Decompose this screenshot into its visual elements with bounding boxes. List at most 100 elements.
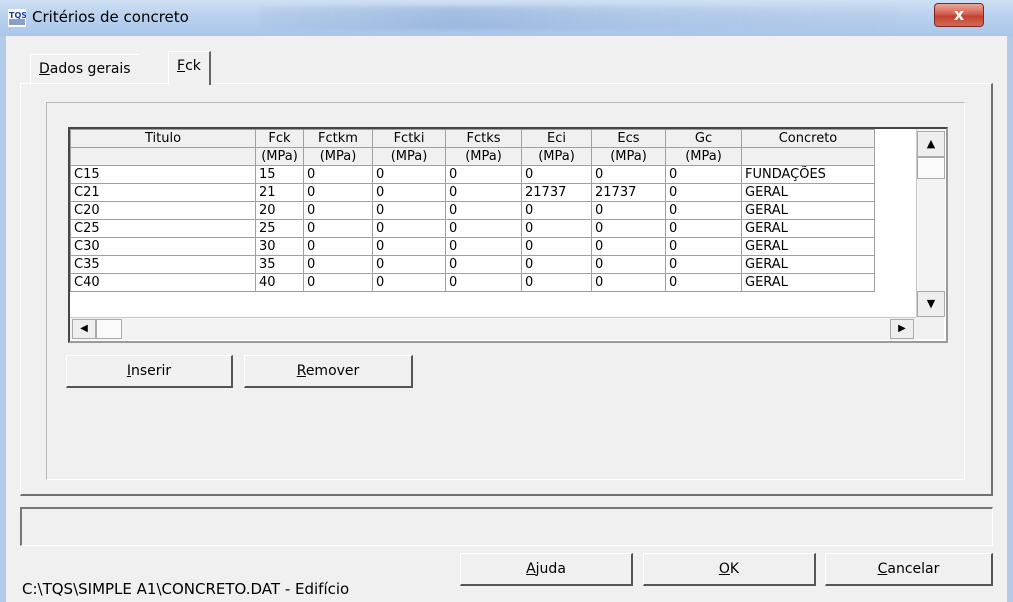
column-header[interactable]: Titulo	[70, 129, 256, 148]
horizontal-scrollbar[interactable]: ◀ ▶	[70, 317, 916, 340]
table-cell[interactable]: C35	[70, 255, 256, 274]
table-cell[interactable]: 40	[255, 273, 304, 292]
table-cell[interactable]: 0	[665, 255, 742, 274]
table-cell[interactable]: 21	[255, 183, 304, 202]
table-cell[interactable]: 0	[665, 273, 742, 292]
table-cell[interactable]: 25	[255, 219, 304, 238]
table-row[interactable]: C21 21 0 0 0 21737 21737 0 GERAL	[70, 183, 875, 202]
table-cell[interactable]: GERAL	[741, 255, 875, 274]
table-cell[interactable]: C40	[70, 273, 256, 292]
table-cell[interactable]: FUNDAÇÕES	[741, 165, 875, 184]
table-cell[interactable]: 15	[255, 165, 304, 184]
concrete-grid[interactable]: Titulo Fck Fctkm Fctki Fctks Eci Ecs Gc …	[68, 127, 948, 343]
column-header[interactable]: Fctks	[445, 129, 522, 148]
column-header[interactable]: Eci	[521, 129, 592, 148]
table-cell[interactable]: GERAL	[741, 237, 875, 256]
table-cell[interactable]: 0	[372, 273, 446, 292]
table-cell[interactable]: 0	[372, 237, 446, 256]
table-cell[interactable]: C20	[70, 201, 256, 220]
table-cell[interactable]: 21737	[591, 183, 666, 202]
table-cell[interactable]: 0	[665, 201, 742, 220]
table-cell[interactable]: 0	[372, 165, 446, 184]
horizontal-scroll-thumb[interactable]	[96, 319, 122, 339]
table-cell[interactable]: 0	[665, 165, 742, 184]
button-label: ancelar	[887, 561, 940, 577]
table-cell[interactable]: 0	[521, 237, 592, 256]
column-header[interactable]: Fctkm	[303, 129, 373, 148]
table-cell[interactable]: 0	[445, 255, 522, 274]
table-cell[interactable]: 0	[303, 165, 373, 184]
title-bar[interactable]: TQS Critérios de concreto x	[0, 0, 1013, 36]
table-cell[interactable]: 21737	[521, 183, 592, 202]
ajuda-button[interactable]: Ajuda	[460, 553, 633, 586]
table-cell[interactable]: C21	[70, 183, 256, 202]
column-header[interactable]: Concreto	[741, 129, 875, 148]
table-cell[interactable]: 0	[521, 273, 592, 292]
table-cell[interactable]: 0	[591, 255, 666, 274]
vertical-scrollbar[interactable]: ▲ ▼	[916, 129, 945, 317]
table-cell[interactable]: 0	[445, 201, 522, 220]
table-cell[interactable]: 0	[521, 165, 592, 184]
table-cell[interactable]: 0	[303, 219, 373, 238]
column-header[interactable]: Gc	[665, 129, 742, 148]
tab-fck[interactable]: Fck	[168, 51, 211, 85]
table-row[interactable]: C40 40 0 0 0 0 0 0 GERAL	[70, 273, 875, 292]
window-frame-right	[1007, 36, 1013, 602]
table-cell[interactable]: 0	[445, 237, 522, 256]
table-cell[interactable]: GERAL	[741, 201, 875, 220]
scroll-right-arrow-icon[interactable]: ▶	[890, 319, 914, 339]
table-cell[interactable]: C30	[70, 237, 256, 256]
table-cell[interactable]: 0	[445, 165, 522, 184]
table-cell[interactable]: 0	[591, 201, 666, 220]
cancelar-button[interactable]: Cancelar	[825, 553, 993, 586]
table-cell[interactable]: 0	[372, 219, 446, 238]
table-cell[interactable]: GERAL	[741, 219, 875, 238]
vertical-scroll-thumb[interactable]	[917, 157, 945, 179]
table-cell[interactable]: 0	[665, 183, 742, 202]
table-cell[interactable]: 0	[372, 255, 446, 274]
table-cell[interactable]: C15	[70, 165, 256, 184]
column-header[interactable]: Fctki	[372, 129, 446, 148]
table-cell[interactable]: 0	[591, 219, 666, 238]
table-row[interactable]: C15 15 0 0 0 0 0 0 FUNDAÇÕES	[70, 165, 875, 184]
remover-button[interactable]: Remover	[244, 355, 413, 388]
scroll-left-arrow-icon[interactable]: ◀	[72, 319, 96, 339]
column-header[interactable]: Ecs	[591, 129, 666, 148]
ok-button[interactable]: OK	[643, 553, 816, 586]
table-cell[interactable]: 0	[521, 219, 592, 238]
close-button[interactable]: x	[934, 3, 984, 27]
table-cell[interactable]: 0	[372, 183, 446, 202]
table-row[interactable]: C30 30 0 0 0 0 0 0 GERAL	[70, 237, 875, 256]
table-row[interactable]: C20 20 0 0 0 0 0 0 GERAL	[70, 201, 875, 220]
column-header[interactable]: Fck	[255, 129, 304, 148]
table-cell[interactable]: 0	[445, 219, 522, 238]
table-cell[interactable]: 0	[445, 273, 522, 292]
table-cell[interactable]: 0	[665, 237, 742, 256]
scroll-up-arrow-icon[interactable]: ▲	[917, 131, 945, 157]
inserir-button[interactable]: Inserir	[66, 355, 233, 388]
table-cell[interactable]: 0	[521, 255, 592, 274]
table-cell[interactable]: 0	[445, 183, 522, 202]
table-cell[interactable]: 0	[303, 183, 373, 202]
table-cell[interactable]: 20	[255, 201, 304, 220]
tab-dados-gerais[interactable]: Dados gerais	[30, 54, 139, 85]
table-cell[interactable]: 35	[255, 255, 304, 274]
unit-header: (MPa)	[255, 147, 304, 166]
table-cell[interactable]: GERAL	[741, 183, 875, 202]
scroll-down-arrow-icon[interactable]: ▼	[917, 291, 945, 317]
table-cell[interactable]: 0	[591, 273, 666, 292]
table-row[interactable]: C25 25 0 0 0 0 0 0 GERAL	[70, 219, 875, 238]
table-cell[interactable]: 0	[303, 237, 373, 256]
table-row[interactable]: C35 35 0 0 0 0 0 0 GERAL	[70, 255, 875, 274]
table-cell[interactable]: 0	[521, 201, 592, 220]
table-cell[interactable]: 0	[303, 273, 373, 292]
table-cell[interactable]: 0	[591, 165, 666, 184]
table-cell[interactable]: 0	[303, 201, 373, 220]
table-cell[interactable]: 0	[372, 201, 446, 220]
table-cell[interactable]: 0	[665, 219, 742, 238]
table-cell[interactable]: 30	[255, 237, 304, 256]
table-cell[interactable]: 0	[591, 237, 666, 256]
table-cell[interactable]: C25	[70, 219, 256, 238]
table-cell[interactable]: 0	[303, 255, 373, 274]
table-cell[interactable]: GERAL	[741, 273, 875, 292]
